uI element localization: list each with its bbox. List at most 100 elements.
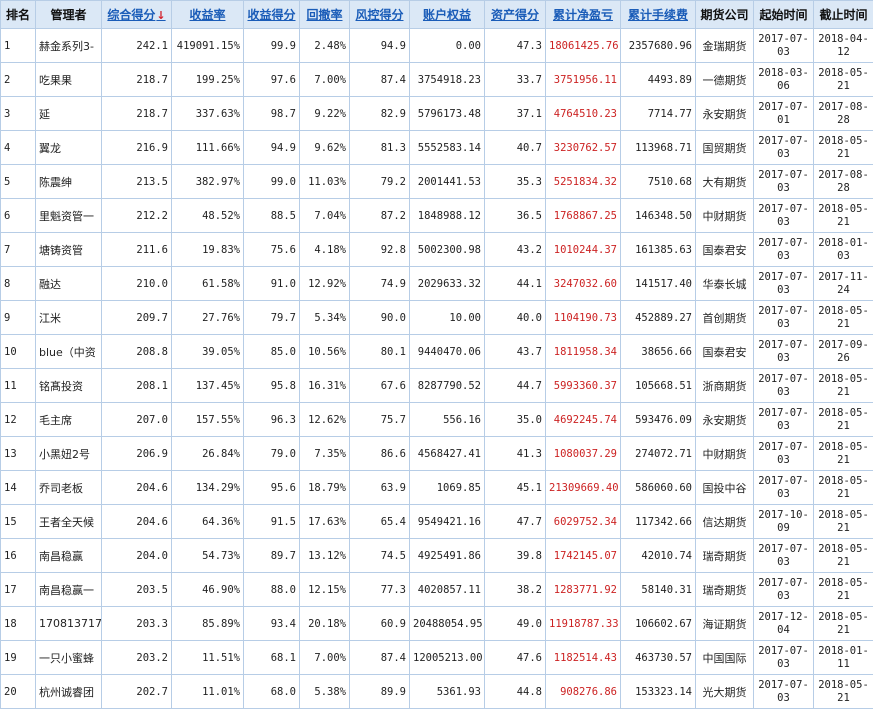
cell-asset-score: 49.0 bbox=[484, 606, 546, 641]
cell-start-date-day: 03 bbox=[777, 317, 790, 330]
cell-start-date: 2017-07- 03 bbox=[753, 198, 814, 233]
cell-start-date: 2017-07- 03 bbox=[753, 572, 814, 607]
header-return-rate[interactable]: 收益率 bbox=[171, 0, 244, 29]
cell-asset-score: 44.7 bbox=[484, 368, 546, 403]
cell-manager: 小黑妞2号 bbox=[35, 436, 102, 471]
cell-start-date-day: 03 bbox=[777, 249, 790, 262]
cell-asset-score: 38.2 bbox=[484, 572, 546, 607]
cell-asset-score: 47.6 bbox=[484, 640, 546, 675]
cell-start-date: 2017-07- 03 bbox=[753, 436, 814, 471]
header-asset-score[interactable]: 资产得分 bbox=[484, 0, 546, 29]
cell-start-date: 2017-07- 03 bbox=[753, 674, 814, 709]
cell-start-date-year-month: 2017-12- bbox=[758, 610, 809, 623]
header-net-profit[interactable]: 累计净盈亏 bbox=[545, 0, 621, 29]
cell-end-date: 2018-05- 21 bbox=[813, 538, 873, 573]
cell-composite: 207.0 bbox=[101, 402, 172, 437]
cell-start-date: 2017-07- 03 bbox=[753, 130, 814, 165]
cell-manager: 杭州诚睿团 bbox=[35, 674, 102, 709]
cell-start-date-year-month: 2017-07- bbox=[758, 236, 809, 249]
cell-end-date-year-month: 2018-05- bbox=[818, 610, 869, 623]
cell-equity: 4925491.86 bbox=[409, 538, 485, 573]
cell-asset-score: 36.5 bbox=[484, 198, 546, 233]
cell-manager: 170813717 bbox=[35, 606, 102, 641]
cell-start-date: 2017-07- 03 bbox=[753, 368, 814, 403]
header-equity[interactable]: 账户权益 bbox=[409, 0, 485, 29]
cell-manager: blue（中资 bbox=[35, 334, 102, 369]
cell-end-date-year-month: 2017-09- bbox=[818, 338, 869, 351]
cell-risk-score: 89.9 bbox=[349, 674, 410, 709]
ranking-table: 排名 管理者 综合得分↓ 收益率 收益得分 回撤率 风控得分 账户权益 资产得分… bbox=[0, 0, 873, 709]
cell-end-date-day: 21 bbox=[837, 623, 850, 636]
cell-start-date-year-month: 2017-07- bbox=[758, 202, 809, 215]
cell-end-date-day: 21 bbox=[837, 317, 850, 330]
header-fees[interactable]: 累计手续费 bbox=[620, 0, 696, 29]
cell-risk-score: 92.8 bbox=[349, 232, 410, 267]
cell-end-date-day: 21 bbox=[837, 555, 850, 568]
cell-return-score: 95.8 bbox=[243, 368, 300, 403]
cell-end-date-day: 21 bbox=[837, 487, 850, 500]
cell-drawdown: 20.18% bbox=[299, 606, 350, 641]
cell-equity: 2029633.32 bbox=[409, 266, 485, 301]
cell-equity: 0.00 bbox=[409, 28, 485, 63]
cell-net-profit: 21309669.40 bbox=[545, 470, 621, 505]
cell-start-date-year-month: 2017-07- bbox=[758, 134, 809, 147]
cell-start-date: 2017-07- 03 bbox=[753, 232, 814, 267]
table-row: 17 南昌稳赢一 203.5 46.90% 88.0 12.15% 77.3 4020857.… bbox=[0, 572, 873, 607]
cell-fees: 7510.68 bbox=[620, 164, 696, 199]
header-risk-score[interactable]: 风控得分 bbox=[349, 0, 410, 29]
header-composite-sort[interactable]: 综合得分↓ bbox=[101, 0, 172, 29]
table-row: 9 江米 209.7 27.76% 79.7 5.34% 90.0 10.00 40.0 1104… bbox=[0, 300, 873, 335]
cell-start-date: 2017-07- 03 bbox=[753, 28, 814, 63]
cell-equity: 9549421.16 bbox=[409, 504, 485, 539]
cell-end-date: 2017-08- 28 bbox=[813, 164, 873, 199]
cell-end-date-day: 21 bbox=[837, 419, 850, 432]
header-drawdown[interactable]: 回撤率 bbox=[299, 0, 350, 29]
cell-return-rate: 11.01% bbox=[171, 674, 244, 709]
cell-end-date: 2018-05- 21 bbox=[813, 130, 873, 165]
cell-return-rate: 134.29% bbox=[171, 470, 244, 505]
cell-manager: 翼龙 bbox=[35, 130, 102, 165]
cell-asset-score: 37.1 bbox=[484, 96, 546, 131]
cell-rank: 19 bbox=[0, 640, 36, 675]
cell-rank: 13 bbox=[0, 436, 36, 471]
table-row: 2 吃果果 218.7 199.25% 97.6 7.00% 87.4 3754918.23 3… bbox=[0, 62, 873, 97]
cell-risk-score: 74.5 bbox=[349, 538, 410, 573]
cell-return-score: 94.9 bbox=[243, 130, 300, 165]
cell-broker: 海证期货 bbox=[695, 606, 754, 641]
header-rank: 排名 bbox=[0, 0, 36, 29]
cell-start-date: 2017-07- 03 bbox=[753, 402, 814, 437]
cell-fees: 38656.66 bbox=[620, 334, 696, 369]
header-return-score[interactable]: 收益得分 bbox=[243, 0, 300, 29]
cell-equity: 10.00 bbox=[409, 300, 485, 335]
cell-start-date-year-month: 2017-07- bbox=[758, 338, 809, 351]
cell-fees: 141517.40 bbox=[620, 266, 696, 301]
cell-broker: 永安期货 bbox=[695, 96, 754, 131]
cell-net-profit: 5251834.32 bbox=[545, 164, 621, 199]
cell-end-date-day: 21 bbox=[837, 691, 850, 704]
cell-broker: 国泰君安 bbox=[695, 334, 754, 369]
sort-down-arrow-icon: ↓ bbox=[156, 9, 166, 22]
cell-broker: 浙商期货 bbox=[695, 368, 754, 403]
cell-start-date: 2017-07- 03 bbox=[753, 538, 814, 573]
cell-end-date-day: 24 bbox=[837, 283, 850, 296]
cell-rank: 10 bbox=[0, 334, 36, 369]
cell-return-rate: 382.97% bbox=[171, 164, 244, 199]
cell-return-score: 93.4 bbox=[243, 606, 300, 641]
cell-end-date: 2018-05- 21 bbox=[813, 62, 873, 97]
cell-broker: 首创期货 bbox=[695, 300, 754, 335]
cell-equity: 5552583.14 bbox=[409, 130, 485, 165]
cell-composite: 203.3 bbox=[101, 606, 172, 641]
cell-risk-score: 90.0 bbox=[349, 300, 410, 335]
cell-start-date-year-month: 2017-07- bbox=[758, 440, 809, 453]
cell-composite: 209.7 bbox=[101, 300, 172, 335]
cell-risk-score: 94.9 bbox=[349, 28, 410, 63]
table-row: 10 blue（中资 208.8 39.05% 85.0 10.56% 80.1 944047… bbox=[0, 334, 873, 369]
cell-asset-score: 41.3 bbox=[484, 436, 546, 471]
cell-start-date: 2017-07- 03 bbox=[753, 640, 814, 675]
cell-manager: 毛主席 bbox=[35, 402, 102, 437]
cell-composite: 218.7 bbox=[101, 96, 172, 131]
cell-net-profit: 3247032.60 bbox=[545, 266, 621, 301]
cell-fees: 58140.31 bbox=[620, 572, 696, 607]
cell-end-date: 2017-11- 24 bbox=[813, 266, 873, 301]
cell-return-score: 68.0 bbox=[243, 674, 300, 709]
